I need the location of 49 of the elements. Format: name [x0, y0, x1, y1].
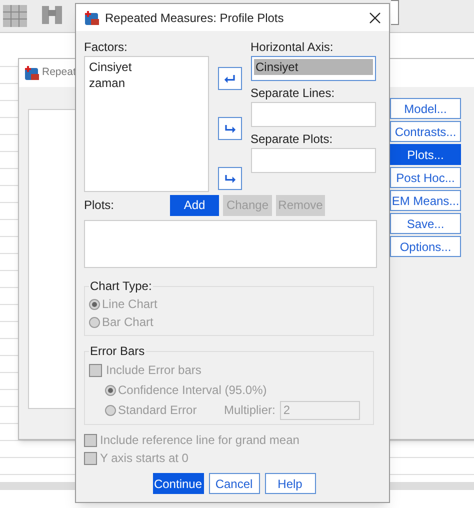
radio-button[interactable] — [105, 384, 116, 396]
checkbox-label: Include reference line for grand mean — [100, 432, 300, 449]
side-button[interactable]: Model... — [390, 98, 461, 119]
side-button[interactable]: EM Means... — [390, 190, 461, 211]
group-title: Error Bars — [89, 343, 146, 360]
radio-button[interactable] — [105, 404, 116, 416]
side-button[interactable]: Save... — [390, 213, 461, 234]
side-button[interactable]: Options... — [390, 236, 461, 257]
plot-action-button[interactable]: Add — [170, 194, 219, 216]
multiplier-label: Multiplier: — [224, 402, 276, 419]
grid-icon[interactable] — [2, 4, 28, 28]
radio-label: Confidence Interval (95.0%) — [118, 382, 267, 399]
dialog-button[interactable]: Cancel — [208, 473, 260, 494]
radio-button[interactable] — [89, 298, 100, 310]
move-right-button[interactable] — [218, 167, 242, 190]
dialog-button[interactable]: Help — [264, 473, 316, 494]
side-button[interactable]: Post Hoc... — [390, 167, 461, 188]
app-icon — [84, 10, 100, 26]
move-right-button[interactable] — [218, 117, 242, 140]
window-title: Repeated Measures: Profile Plots — [105, 10, 284, 26]
side-button[interactable]: Plots... — [390, 144, 461, 165]
window-title: Repeat — [42, 65, 76, 80]
side-button[interactable]: Contrasts... — [390, 121, 461, 142]
group-title: Chart Type: — [89, 278, 153, 295]
radio-label: Line Chart — [102, 296, 158, 313]
factors-label: Factors: — [84, 40, 128, 55]
radio-label: Standard Error — [118, 402, 198, 419]
checkbox-label: Y axis starts at 0 — [100, 450, 188, 467]
target-field[interactable]: Cinsiyet — [250, 56, 376, 81]
toolbar-field — [391, 0, 399, 25]
app-icon — [24, 65, 40, 81]
target-field[interactable] — [250, 148, 376, 173]
close-icon[interactable] — [369, 12, 381, 24]
checkbox[interactable] — [84, 452, 97, 464]
target-field[interactable] — [250, 102, 376, 127]
factor-item[interactable]: Cinsiyet — [89, 59, 204, 75]
factor-item[interactable]: zaman — [89, 75, 204, 91]
move-left-button[interactable] — [218, 67, 242, 90]
radio-label: Bar Chart — [102, 314, 154, 331]
dialog-button[interactable]: Continue — [152, 473, 204, 494]
checkbox[interactable] — [84, 434, 97, 446]
target-value: Cinsiyet — [254, 59, 373, 75]
target-label: Separate Lines: — [250, 86, 336, 101]
radio-button[interactable] — [89, 316, 100, 328]
checkbox[interactable] — [89, 364, 102, 376]
plots-label: Plots: — [84, 197, 116, 214]
checkbox-label: Include Error bars — [106, 362, 202, 379]
target-label: Separate Plots: — [250, 132, 334, 147]
target-label: Horizontal Axis: — [250, 40, 334, 55]
